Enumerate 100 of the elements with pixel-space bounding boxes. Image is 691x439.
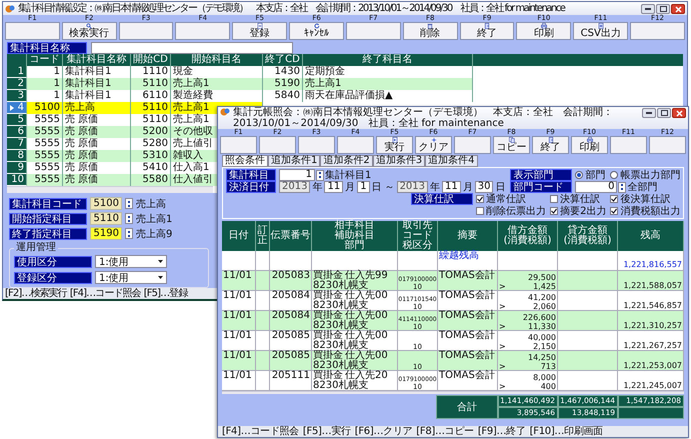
row-number[interactable]: 7 — [7, 138, 27, 150]
function-button[interactable]: 印刷 — [571, 136, 608, 154]
row-number[interactable]: 9 — [7, 162, 27, 174]
maximize-icon — [660, 6, 666, 12]
function-button[interactable] — [337, 136, 374, 154]
date-input-field[interactable]: 11 — [442, 181, 461, 193]
lookup-button[interactable] — [316, 170, 324, 180]
function-button[interactable]: 検索実行 — [62, 22, 117, 40]
function-button[interactable]: CSV出力 — [573, 22, 628, 40]
colon-icon — [621, 184, 624, 190]
function-button[interactable] — [259, 136, 296, 154]
table-cell: 売上高 — [63, 102, 131, 114]
horizontal-scrollbar[interactable] — [7, 186, 213, 193]
row-number[interactable]: 4 — [7, 102, 27, 114]
department-text: 8230札幌支 — [313, 321, 368, 331]
date-input-field[interactable]: 30 — [474, 181, 494, 193]
function-button[interactable] — [610, 136, 647, 154]
code-input-field[interactable]: 5110 — [90, 212, 122, 225]
tax-amount: 11,330 — [528, 322, 556, 331]
memo-text: TOMAS会計 — [439, 290, 495, 301]
code-input-field[interactable]: 1 — [279, 169, 315, 181]
date-input-field[interactable]: 11 — [324, 181, 344, 193]
code-input-field[interactable]: 5100 — [90, 197, 122, 210]
function-button[interactable]: 終了 — [532, 136, 569, 154]
function-button[interactable] — [298, 136, 335, 154]
code-input-field[interactable]: 5190 — [90, 227, 122, 240]
column-header: 訂正 — [256, 221, 270, 251]
maximize-button[interactable] — [656, 4, 670, 14]
function-button[interactable]: 実行 — [376, 136, 413, 154]
debit-amount: 40,000 — [527, 333, 556, 342]
key-guide-text: [F10]…印刷画面 — [530, 426, 603, 437]
function-button[interactable]: 終了 — [460, 22, 514, 40]
lookup-button[interactable] — [618, 182, 626, 192]
function-button[interactable]: 削除 — [402, 22, 458, 40]
table-cell-text: 11/01 — [223, 350, 252, 361]
group-title: 運用管理 — [14, 242, 58, 253]
function-button[interactable]: コピー — [493, 136, 530, 154]
radio-button[interactable] — [610, 171, 618, 179]
tab[interactable]: 追加条件1 — [268, 155, 320, 167]
printer-icon — [586, 137, 594, 143]
lookup-button[interactable] — [125, 198, 133, 209]
row-number[interactable]: 10 — [7, 174, 27, 186]
close-button[interactable] — [672, 108, 686, 118]
table-cell-text: 205085 — [272, 350, 310, 361]
circular-arrow-icon — [312, 23, 321, 29]
function-button[interactable] — [118, 22, 174, 40]
function-button[interactable]: ｷｬﾝｾﾙ — [289, 22, 344, 40]
copy-icon — [508, 137, 516, 143]
horizontal-scrollbar[interactable] — [222, 391, 684, 394]
field-label: 登録区分 — [14, 272, 92, 284]
memo-text: TOMAS会計 — [439, 270, 495, 281]
arrow-mark: > — [499, 342, 506, 351]
code-input-field[interactable]: 0 — [575, 181, 618, 193]
lookup-button[interactable] — [125, 228, 133, 239]
function-button[interactable] — [454, 136, 491, 154]
row-number[interactable]: 1 — [7, 66, 27, 78]
maximize-button[interactable] — [657, 108, 671, 118]
function-button[interactable]: クリア — [415, 136, 452, 154]
row-number[interactable]: 8 — [7, 150, 27, 162]
function-button[interactable]: 登録 — [232, 22, 288, 40]
tab[interactable]: 照会条件 — [222, 155, 268, 167]
tab[interactable]: 追加条件3 — [372, 155, 426, 167]
department-text: 8230札幌支 — [313, 341, 368, 351]
function-button[interactable] — [175, 22, 230, 40]
row-number[interactable]: 5 — [7, 114, 27, 126]
dropdown[interactable]: 1:使用 — [95, 255, 167, 268]
table-cell-text: 11/01 — [223, 310, 252, 321]
checkbox[interactable] — [476, 195, 484, 203]
function-button[interactable] — [5, 22, 60, 40]
row-number[interactable]: 3 — [7, 90, 27, 102]
function-button[interactable] — [649, 136, 686, 154]
column-header: 摘要 — [438, 221, 498, 251]
checkbox[interactable] — [610, 207, 618, 215]
key-guide-text: [F2]…検索実行 — [5, 288, 67, 299]
minimize-button[interactable] — [641, 4, 655, 14]
row-number[interactable]: 6 — [7, 126, 27, 138]
dropdown[interactable]: 1:使用 — [95, 271, 167, 284]
minimize-button[interactable] — [642, 108, 656, 118]
tab[interactable]: 追加条件2 — [320, 155, 373, 167]
date-input-field[interactable]: 1 — [357, 181, 370, 193]
sub-account-text: 仕入先00 — [345, 331, 388, 341]
checkbox-label: 消費税額出力 — [620, 204, 680, 218]
tab[interactable]: 追加条件4 — [425, 155, 478, 167]
row-number[interactable]: 2 — [7, 78, 27, 90]
checkbox[interactable] — [476, 207, 484, 215]
radio-button[interactable] — [575, 171, 584, 179]
lookup-button[interactable] — [125, 213, 133, 224]
checkbox[interactable] — [550, 207, 558, 215]
function-button[interactable] — [220, 136, 257, 154]
function-button[interactable]: 印刷 — [516, 22, 572, 40]
app-icon — [220, 107, 230, 117]
function-button[interactable] — [630, 22, 685, 40]
checkbox[interactable] — [550, 195, 558, 203]
department-text: 8230札幌支 — [313, 381, 368, 391]
checkbox[interactable] — [610, 195, 618, 203]
sub-account-text: 仕入先00 — [345, 311, 388, 321]
close-button[interactable] — [671, 4, 685, 14]
function-button[interactable] — [346, 22, 401, 40]
date-unit: 日 — [372, 181, 382, 194]
name-input-field[interactable] — [91, 42, 293, 54]
